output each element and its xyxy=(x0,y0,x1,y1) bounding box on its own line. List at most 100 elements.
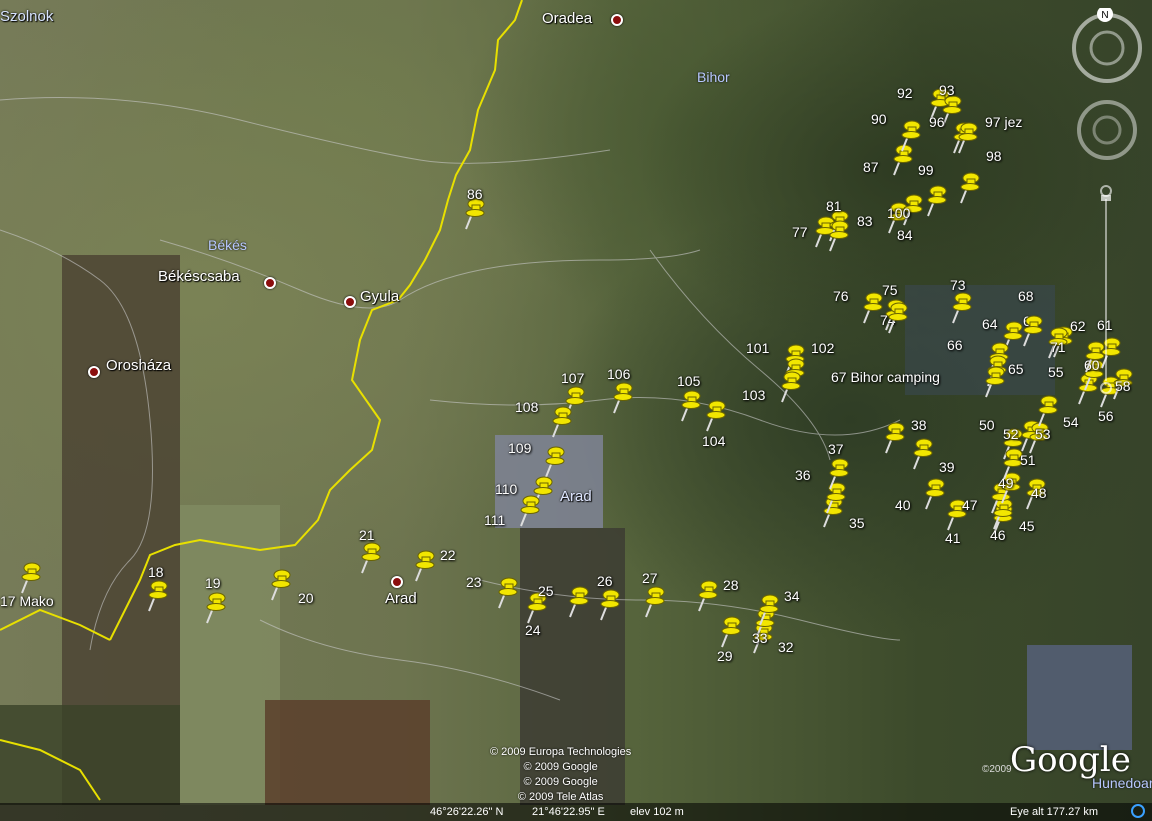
look-ring[interactable] xyxy=(1072,13,1142,83)
pushpin-icon[interactable] xyxy=(678,388,704,422)
pushpin-icon[interactable] xyxy=(542,444,568,478)
navigation-controls[interactable]: N xyxy=(1070,8,1148,168)
pushpin-label[interactable]: 46 xyxy=(990,527,1006,543)
city-label-oradea[interactable]: Oradea xyxy=(542,10,592,27)
pushpin-label[interactable]: 53 xyxy=(1035,426,1051,442)
pushpin-label[interactable]: 93 xyxy=(939,82,955,98)
pushpin-label[interactable]: 101 xyxy=(746,340,769,356)
pushpin-label[interactable]: 83 xyxy=(857,213,873,229)
pushpin-label[interactable]: 67 Bihor camping xyxy=(831,369,940,385)
pushpin-icon[interactable] xyxy=(358,540,384,574)
move-ring[interactable] xyxy=(1077,100,1137,160)
pushpin-label[interactable]: 106 xyxy=(607,366,630,382)
pushpin-label[interactable]: 73 xyxy=(950,277,966,293)
pushpin-label[interactable]: 86 xyxy=(467,186,483,202)
city-label-bekescsaba[interactable]: Békéscsaba xyxy=(158,268,240,285)
pushpin-icon[interactable] xyxy=(642,584,668,618)
satellite-map[interactable]: Szolnok Oradea Békéscsaba Gyula Orosháza… xyxy=(0,0,1152,821)
pushpin-label[interactable]: 37 xyxy=(828,441,844,457)
pushpin-icon[interactable] xyxy=(882,420,908,454)
pushpin-label[interactable]: 50 xyxy=(979,417,995,433)
pushpin-icon[interactable] xyxy=(885,300,911,334)
pushpin-label[interactable]: 111 xyxy=(484,512,505,528)
pushpin-label[interactable]: 25 xyxy=(538,583,554,599)
city-label-gyula[interactable]: Gyula xyxy=(360,288,399,305)
pushpin-icon[interactable] xyxy=(495,575,521,609)
pushpin-icon[interactable] xyxy=(826,456,852,490)
pushpin-label[interactable]: 29 xyxy=(717,648,733,664)
city-label-arad-county[interactable]: Arad xyxy=(560,488,592,505)
pushpin-label[interactable]: 18 xyxy=(148,564,164,580)
pushpin-icon[interactable] xyxy=(949,290,975,324)
pushpin-label[interactable]: 65 xyxy=(1008,361,1024,377)
look-joystick[interactable] xyxy=(1089,30,1125,66)
pushpin-label[interactable]: 35 xyxy=(849,515,865,531)
pushpin-icon[interactable] xyxy=(145,578,171,612)
pushpin-label[interactable]: 64 xyxy=(982,316,998,332)
pushpin-label[interactable]: 110 xyxy=(495,481,517,497)
pushpin-label[interactable]: 58 xyxy=(1115,378,1131,394)
pushpin-label[interactable]: 105 xyxy=(677,373,700,389)
pushpin-label[interactable]: 38 xyxy=(911,417,927,433)
city-label-arad[interactable]: Arad xyxy=(385,590,417,607)
pushpin-label[interactable]: 77 xyxy=(792,224,808,240)
pushpin-label[interactable]: 40 xyxy=(895,497,911,513)
pushpin-label[interactable]: 87 xyxy=(863,159,879,175)
pushpin-icon[interactable] xyxy=(982,364,1008,398)
pushpin-icon[interactable] xyxy=(826,218,852,252)
pushpin-icon[interactable] xyxy=(898,118,924,152)
pushpin-label[interactable]: 96 xyxy=(929,114,945,130)
pushpin-icon[interactable] xyxy=(566,584,592,618)
pushpin-label[interactable]: 54 xyxy=(1063,414,1079,430)
pushpin-label[interactable]: 27 xyxy=(642,570,658,586)
pushpin-label[interactable]: 45 xyxy=(1019,518,1035,534)
pushpin-label[interactable]: 48 xyxy=(1031,485,1047,501)
pushpin-label[interactable]: 17 Mako xyxy=(0,593,54,609)
pushpin-label[interactable]: 108 xyxy=(515,399,538,415)
pushpin-icon[interactable] xyxy=(718,614,744,648)
pushpin-label[interactable]: 26 xyxy=(597,573,613,589)
pushpin-label[interactable]: 107 xyxy=(561,370,584,386)
pushpin-icon[interactable] xyxy=(268,567,294,601)
city-label-oroshaza[interactable]: Orosháza xyxy=(106,357,171,374)
pushpin-icon[interactable] xyxy=(778,369,804,403)
pushpin-icon[interactable] xyxy=(1020,313,1046,347)
zoom-out-icon[interactable] xyxy=(1100,382,1112,394)
zoom-thumb[interactable] xyxy=(1101,195,1111,201)
pushpin-icon[interactable] xyxy=(203,590,229,624)
pushpin-icon[interactable] xyxy=(695,578,721,612)
zoom-in-icon[interactable] xyxy=(1100,185,1112,197)
pushpin-label[interactable]: 68 xyxy=(1018,288,1034,304)
pushpin-label[interactable]: 71 xyxy=(1050,339,1066,355)
pushpin-icon[interactable] xyxy=(412,548,438,582)
pushpin-label[interactable]: 103 xyxy=(742,387,765,403)
city-label-szolnok[interactable]: Szolnok xyxy=(0,8,53,25)
pushpin-label[interactable]: 90 xyxy=(871,111,887,127)
pushpin-icon[interactable] xyxy=(703,398,729,432)
pushpin-label[interactable]: 52 xyxy=(1003,426,1019,442)
pushpin-icon[interactable] xyxy=(756,592,782,626)
pushpin-icon[interactable] xyxy=(910,436,936,470)
pushpin-label[interactable]: 22 xyxy=(440,547,456,563)
pushpin-label[interactable]: 20 xyxy=(298,590,314,606)
pushpin-label[interactable]: 21 xyxy=(359,527,375,543)
pushpin-icon[interactable] xyxy=(18,560,44,594)
pushpin-label[interactable]: 28 xyxy=(723,577,739,593)
pushpin-icon[interactable] xyxy=(610,380,636,414)
pushpin-label[interactable]: 102 xyxy=(811,340,834,356)
pushpin-label[interactable]: 99 xyxy=(918,162,934,178)
pushpin-icon[interactable] xyxy=(957,170,983,204)
pushpin-label[interactable]: 97 jez xyxy=(985,114,1022,130)
pushpin-icon[interactable] xyxy=(517,493,543,527)
pushpin-label[interactable]: 36 xyxy=(795,467,811,483)
pushpin-label[interactable]: 98 xyxy=(986,148,1002,164)
pushpin-label[interactable]: 32 xyxy=(778,639,794,655)
pushpin-label[interactable]: 84 xyxy=(897,227,913,243)
pushpin-label[interactable]: 41 xyxy=(945,530,961,546)
pushpin-icon[interactable] xyxy=(955,120,981,154)
pushpin-icon[interactable] xyxy=(597,587,623,621)
pushpin-label[interactable]: 39 xyxy=(939,459,955,475)
pushpin-label[interactable]: 24 xyxy=(525,622,541,638)
pushpin-label[interactable]: 19 xyxy=(205,575,221,591)
pushpin-label[interactable]: 55 xyxy=(1048,364,1064,380)
